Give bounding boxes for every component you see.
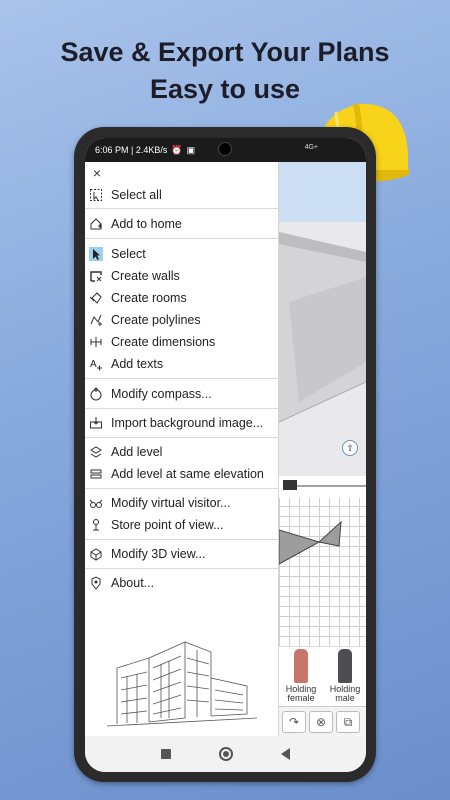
furniture-item-label: Holding female	[285, 684, 317, 703]
female-figure-icon	[294, 649, 308, 683]
level-icon	[89, 445, 103, 459]
home-icon[interactable]	[219, 747, 233, 761]
menu-item-select-all[interactable]: Select all	[85, 184, 279, 206]
menu-item-modify-virtual-visitor[interactable]: Modify virtual visitor...	[85, 492, 279, 514]
menu-item-modify-3d-view[interactable]: Modify 3D view...	[85, 543, 279, 565]
promo-line-1: Save & Export Your Plans	[60, 37, 390, 67]
menu-item-label: Create polylines	[111, 313, 201, 327]
level-same-icon	[89, 467, 103, 481]
3d-view-icon	[89, 547, 103, 561]
menu-item-about[interactable]: About...	[85, 572, 279, 594]
walls-icon	[89, 269, 103, 283]
menu-item-label: Add to home	[111, 217, 182, 231]
background-image-icon	[89, 416, 103, 430]
dimension-icon	[89, 335, 103, 349]
plan-drawing	[279, 476, 366, 565]
compass-icon	[89, 387, 103, 401]
bottom-toolbar: ↷ ⊗ ⧉	[279, 706, 366, 736]
menu-item-label: Modify virtual visitor...	[111, 496, 231, 510]
add-to-home-icon	[89, 217, 103, 231]
select-all-icon	[89, 188, 103, 202]
back-icon[interactable]	[281, 748, 290, 760]
menu-item-create-polylines[interactable]: Create polylines	[85, 309, 279, 331]
menu-divider	[85, 539, 279, 540]
phone-screen: 6:06 PM | 2.4KB/s ⏰ ▣ 4G+ ⇧ Holding fema…	[85, 138, 366, 772]
front-camera	[218, 142, 232, 156]
menu-divider	[85, 238, 279, 239]
menu-item-add-level[interactable]: Add level	[85, 441, 279, 463]
furniture-item-label: Holding male	[329, 684, 361, 703]
3d-scene	[279, 162, 366, 423]
menu-item-label: Modify 3D view...	[111, 547, 206, 561]
menu-item-label: Create walls	[111, 269, 180, 283]
menu-item-label: Create dimensions	[111, 335, 216, 349]
recent-apps-icon[interactable]	[161, 749, 171, 759]
3d-view-canvas[interactable]: ⇧	[279, 162, 366, 476]
point-of-view-icon	[89, 518, 103, 532]
menu-item-label: About...	[111, 576, 155, 590]
polyline-icon	[89, 313, 103, 327]
menu-divider	[85, 437, 279, 438]
cursor-icon	[89, 247, 103, 261]
menu-divider	[85, 488, 279, 489]
menu-divider	[85, 378, 279, 379]
redo-icon[interactable]: ↷	[282, 711, 306, 733]
menu-item-label: Modify compass...	[111, 387, 212, 401]
menu-item-store-point-of-view[interactable]: Store point of view...	[85, 514, 279, 536]
menu-item-label: Add texts	[111, 357, 164, 371]
system-navigation-bar	[85, 736, 366, 772]
menu-item-label: Create rooms	[111, 291, 187, 305]
menu-item-label: Store point of view...	[111, 518, 224, 532]
menu-item-modify-compass[interactable]: Modify compass...	[85, 383, 279, 405]
status-time: 6:06 PM | 2.4KB/s	[95, 145, 168, 155]
menu-divider	[85, 408, 279, 409]
menu-item-label: Add level at same elevation	[111, 467, 264, 481]
menu-item-create-rooms[interactable]: Create rooms	[85, 287, 279, 309]
menu-item-label: Select all	[111, 188, 162, 202]
menu-item-add-to-home[interactable]: Add to home	[85, 213, 279, 235]
menu-item-label: Import background image...	[111, 416, 264, 430]
status-network: 4G+	[304, 144, 318, 151]
building-sketch-illustration	[107, 641, 257, 727]
text-icon: A	[89, 357, 103, 371]
furniture-item-male[interactable]: Holding male	[325, 649, 365, 703]
navigation-drawer: × Select all Add to home Select Create w…	[85, 162, 279, 736]
menu-divider	[85, 208, 279, 209]
menu-item-label: Add level	[111, 445, 163, 459]
delete-icon[interactable]: ⊗	[309, 711, 333, 733]
svg-text:A: A	[90, 359, 97, 370]
plan-grid[interactable]	[279, 476, 366, 646]
rooms-icon	[89, 291, 103, 305]
status-alarm-icon: ⏰	[171, 144, 183, 155]
furniture-item-female[interactable]: Holding female	[281, 649, 321, 703]
menu-item-label: Select	[111, 247, 146, 261]
menu-item-add-level-same-elevation[interactable]: Add level at same elevation	[85, 463, 279, 485]
menu-item-create-dimensions[interactable]: Create dimensions	[85, 331, 279, 353]
menu-item-import-background[interactable]: Import background image...	[85, 412, 279, 434]
copy-icon[interactable]: ⧉	[336, 711, 360, 733]
status-bar: 6:06 PM | 2.4KB/s ⏰ ▣ 4G+	[85, 138, 366, 162]
status-gallery-icon: ▣	[186, 144, 196, 155]
visitor-icon	[89, 496, 103, 510]
male-figure-icon	[338, 649, 352, 683]
visitor-toggle-icon[interactable]: ⇧	[342, 440, 358, 456]
menu-item-create-walls[interactable]: Create walls	[85, 265, 279, 287]
menu-divider	[85, 568, 279, 569]
menu-item-select[interactable]: Select	[85, 243, 279, 265]
close-icon[interactable]: ×	[89, 164, 105, 182]
about-icon	[89, 576, 103, 590]
furniture-catalog[interactable]: Holding female Holding male	[279, 646, 366, 706]
menu-item-add-texts[interactable]: A Add texts	[85, 353, 279, 375]
